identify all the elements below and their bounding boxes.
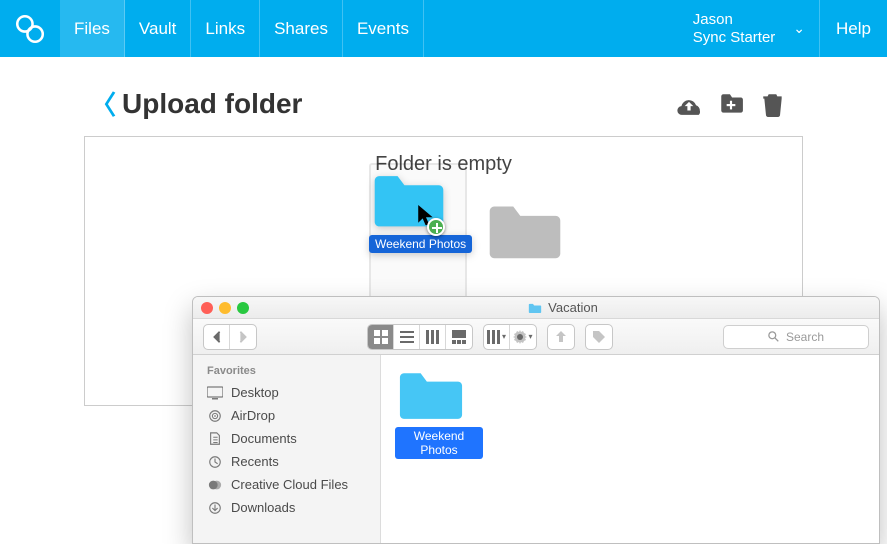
airdrop-icon [207, 409, 223, 423]
finder-sidebar: Favorites Desktop AirDrop Documents Rece… [193, 355, 381, 543]
page-header: 〈 Upload folder [0, 57, 887, 136]
finder-titlebar[interactable]: Vacation [193, 297, 879, 319]
share-segment [547, 324, 575, 350]
nav-vault[interactable]: Vault [125, 0, 192, 57]
dragged-folder-label: Weekend Photos [369, 235, 472, 253]
nav-label: Files [74, 19, 110, 39]
forward-button[interactable] [230, 325, 256, 349]
search-icon [768, 331, 780, 343]
sidebar-item-label: Recents [231, 454, 279, 469]
nav-back-forward [203, 324, 257, 350]
nav-label: Vault [139, 19, 177, 39]
desktop-icon [207, 386, 223, 400]
finder-title: Vacation [255, 300, 871, 315]
view-icons-button[interactable] [368, 325, 394, 349]
nav-events[interactable]: Events [343, 0, 424, 57]
top-nav: Files Vault Links Shares Events Jason Sy… [0, 0, 887, 57]
window-zoom-button[interactable] [237, 302, 249, 314]
view-gallery-button[interactable] [446, 325, 472, 349]
nav-files[interactable]: Files [60, 0, 125, 57]
folder-icon [395, 365, 467, 423]
arrange-segment: ▾ ▾ [483, 324, 537, 350]
sidebar-item-label: Documents [231, 431, 297, 446]
upload-icon[interactable] [675, 91, 703, 117]
view-mode-segment [367, 324, 473, 350]
tags-segment [585, 324, 613, 350]
file-item[interactable]: Weekend Photos [395, 365, 483, 459]
user-plan: Sync Starter [693, 29, 776, 47]
sidebar-item-label: Downloads [231, 500, 295, 515]
back-button[interactable] [204, 325, 230, 349]
nav-links[interactable]: Links [191, 0, 260, 57]
sidebar-item-label: AirDrop [231, 408, 275, 423]
back-button[interactable]: 〈 [90, 85, 116, 122]
nav-label: Links [205, 19, 245, 39]
sidebar-item-desktop[interactable]: Desktop [193, 381, 380, 404]
view-columns-button[interactable] [420, 325, 446, 349]
help-label: Help [836, 19, 871, 39]
sidebar-heading: Favorites [193, 361, 380, 381]
finder-content[interactable]: Weekend Photos [381, 355, 879, 543]
share-button[interactable] [548, 325, 574, 349]
nav-shares[interactable]: Shares [260, 0, 343, 57]
downloads-icon [207, 501, 223, 515]
nav-label: Events [357, 19, 409, 39]
sidebar-item-recents[interactable]: Recents [193, 450, 380, 473]
sidebar-item-creative-cloud[interactable]: Creative Cloud Files [193, 473, 380, 496]
drag-add-badge-icon [427, 218, 445, 236]
user-menu[interactable]: Jason Sync Starter ⌄ [679, 0, 820, 57]
dragged-folder: Weekend Photos [369, 167, 472, 253]
finder-search[interactable]: Search [723, 325, 869, 349]
clock-icon [207, 455, 223, 469]
finder-toolbar: ▾ ▾ Search [193, 319, 879, 355]
nav-label: Shares [274, 19, 328, 39]
arrange-button[interactable]: ▾ [484, 325, 510, 349]
window-close-button[interactable] [201, 302, 213, 314]
sidebar-item-documents[interactable]: Documents [193, 427, 380, 450]
folder-icon [528, 302, 542, 314]
document-icon [207, 432, 223, 446]
search-placeholder: Search [786, 330, 824, 344]
user-name: Jason [693, 11, 776, 29]
tags-button[interactable] [586, 325, 612, 349]
app-logo[interactable] [0, 12, 60, 46]
sidebar-item-downloads[interactable]: Downloads [193, 496, 380, 519]
chevron-down-icon: ⌄ [793, 20, 805, 37]
trash-icon[interactable] [759, 91, 787, 117]
creative-cloud-icon [207, 478, 223, 492]
page-title: Upload folder [122, 88, 302, 120]
sidebar-item-label: Creative Cloud Files [231, 477, 348, 492]
file-label: Weekend Photos [395, 427, 483, 459]
new-folder-icon[interactable] [717, 91, 745, 117]
nav-help[interactable]: Help [820, 0, 887, 57]
window-minimize-button[interactable] [219, 302, 231, 314]
action-menu-button[interactable]: ▾ [510, 325, 536, 349]
finder-window: Vacation ▾ ▾ Search [192, 296, 880, 544]
finder-title-text: Vacation [548, 300, 598, 315]
sidebar-item-airdrop[interactable]: AirDrop [193, 404, 380, 427]
placeholder-folder-icon [485, 197, 565, 263]
view-list-button[interactable] [394, 325, 420, 349]
sidebar-item-label: Desktop [231, 385, 279, 400]
